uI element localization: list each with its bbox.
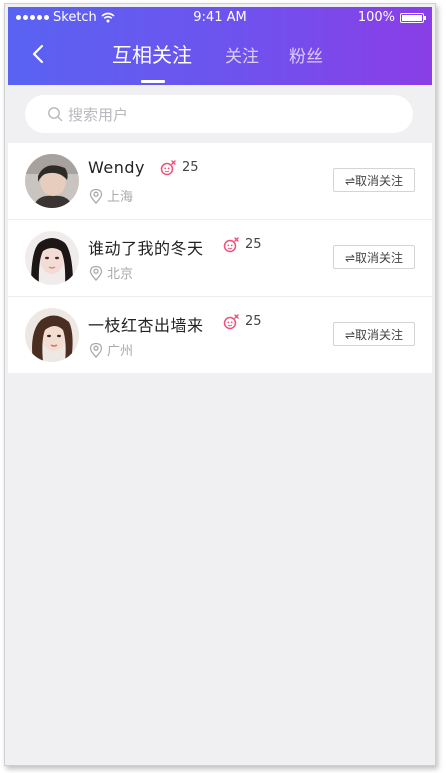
gender-badge: 25 [160, 159, 199, 176]
tab-fans[interactable]: 粉丝 [289, 42, 323, 67]
search-placeholder: 搜索用户 [68, 105, 129, 124]
avatar[interactable] [25, 231, 79, 285]
user-list: Wendy 25 上海 ⇌取消关注 谁动了我的冬天 25 北京 ⇌取消关注 一枝… [8, 143, 432, 373]
location: 北京 [88, 263, 133, 282]
location-pin-icon [89, 188, 103, 204]
phone-frame: Sketch 9:41 AM 100% 互相关注 关注 粉丝 搜索用户 Wend… [4, 3, 436, 766]
location-text: 上海 [107, 190, 134, 205]
search-input[interactable]: 搜索用户 [25, 95, 413, 133]
tab-mutual-follow[interactable]: 互相关注 [112, 39, 192, 68]
list-item[interactable]: 一枝红杏出墙来 25 广州 ⇌取消关注 [8, 297, 432, 373]
user-name[interactable]: Wendy [88, 158, 145, 177]
location-text: 北京 [107, 267, 134, 282]
gender-count: 25 [245, 314, 262, 329]
search-area: 搜索用户 [8, 85, 432, 143]
status-right: 100% [357, 10, 426, 25]
list-item[interactable]: Wendy 25 上海 ⇌取消关注 [8, 143, 432, 220]
female-icon [223, 314, 239, 330]
battery-percent: 100% [357, 10, 395, 25]
status-bar: Sketch 9:41 AM 100% [8, 7, 432, 27]
list-item[interactable]: 谁动了我的冬天 25 北京 ⇌取消关注 [8, 220, 432, 297]
user-name[interactable]: 一枝红杏出墙来 [88, 312, 204, 336]
location-pin-icon [89, 265, 103, 281]
gender-badge: 25 [223, 236, 262, 253]
avatar[interactable] [25, 308, 79, 362]
gender-badge: 25 [223, 313, 262, 330]
female-icon [160, 160, 176, 176]
header: Sketch 9:41 AM 100% 互相关注 关注 粉丝 [8, 7, 432, 85]
gender-count: 25 [182, 160, 199, 175]
user-name[interactable]: 谁动了我的冬天 [88, 235, 204, 259]
battery-fill [402, 14, 422, 21]
unfollow-button[interactable]: ⇌取消关注 [333, 245, 415, 269]
battery-icon [400, 12, 426, 23]
unfollow-button[interactable]: ⇌取消关注 [333, 168, 415, 192]
avatar[interactable] [25, 154, 79, 208]
gender-count: 25 [245, 237, 262, 252]
unfollow-button[interactable]: ⇌取消关注 [333, 322, 415, 346]
search-icon [48, 107, 63, 122]
active-tab-indicator [141, 80, 165, 83]
location-pin-icon [89, 342, 103, 358]
location: 上海 [88, 186, 133, 205]
location: 广州 [88, 340, 133, 359]
tab-following[interactable]: 关注 [225, 42, 259, 67]
chevron-left-icon[interactable] [26, 41, 52, 67]
female-icon [223, 237, 239, 253]
nav-row: 互相关注 关注 粉丝 [8, 27, 432, 85]
location-text: 广州 [107, 344, 134, 359]
